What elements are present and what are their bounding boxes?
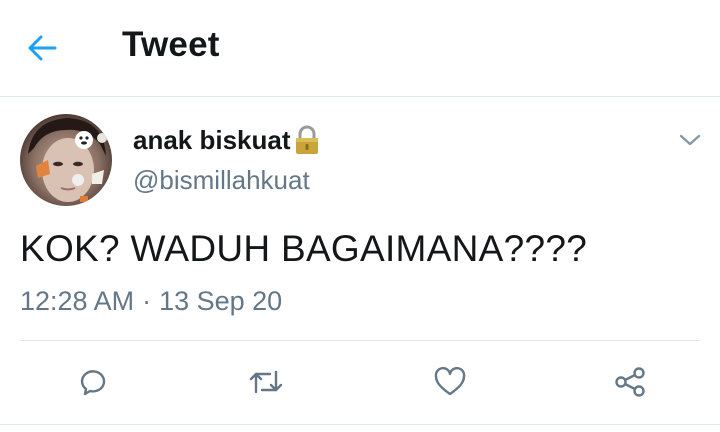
reply-button[interactable] <box>72 362 112 402</box>
tweet-detail-page: Tweet anak biskuat @bismillahkuat KOK? W… <box>0 0 720 432</box>
author-display-name: anak biskuat <box>133 124 291 155</box>
tweet-timestamp: 12:28 AM · 13 Sep 20 <box>20 286 282 317</box>
page-title: Tweet <box>122 25 220 64</box>
share-icon <box>615 367 645 397</box>
share-button[interactable] <box>610 362 650 402</box>
reply-icon <box>80 370 106 396</box>
author-display-name-row[interactable]: anak biskuat <box>133 124 321 156</box>
avatar[interactable] <box>20 114 112 206</box>
more-options-button[interactable] <box>676 126 704 154</box>
author-username[interactable]: @bismillahkuat <box>133 165 310 196</box>
heart-icon <box>434 366 466 396</box>
lock-icon <box>295 125 318 154</box>
retweet-button[interactable] <box>246 362 286 402</box>
timestamp-separator: · <box>142 286 152 316</box>
tweet-time: 12:28 AM <box>20 286 135 316</box>
chevron-down-icon <box>679 134 701 146</box>
tweet-text: KOK? WADUH BAGAIMANA???? <box>20 228 588 269</box>
like-button[interactable] <box>430 362 470 402</box>
divider <box>20 340 700 341</box>
top-bar: Tweet <box>0 0 720 97</box>
retweet-icon <box>249 370 283 394</box>
back-button[interactable] <box>22 28 62 68</box>
bottom-divider <box>0 424 720 425</box>
avatar-image <box>20 114 112 206</box>
tweet-date: 13 Sep 20 <box>159 286 283 316</box>
back-arrow-icon <box>28 35 57 61</box>
